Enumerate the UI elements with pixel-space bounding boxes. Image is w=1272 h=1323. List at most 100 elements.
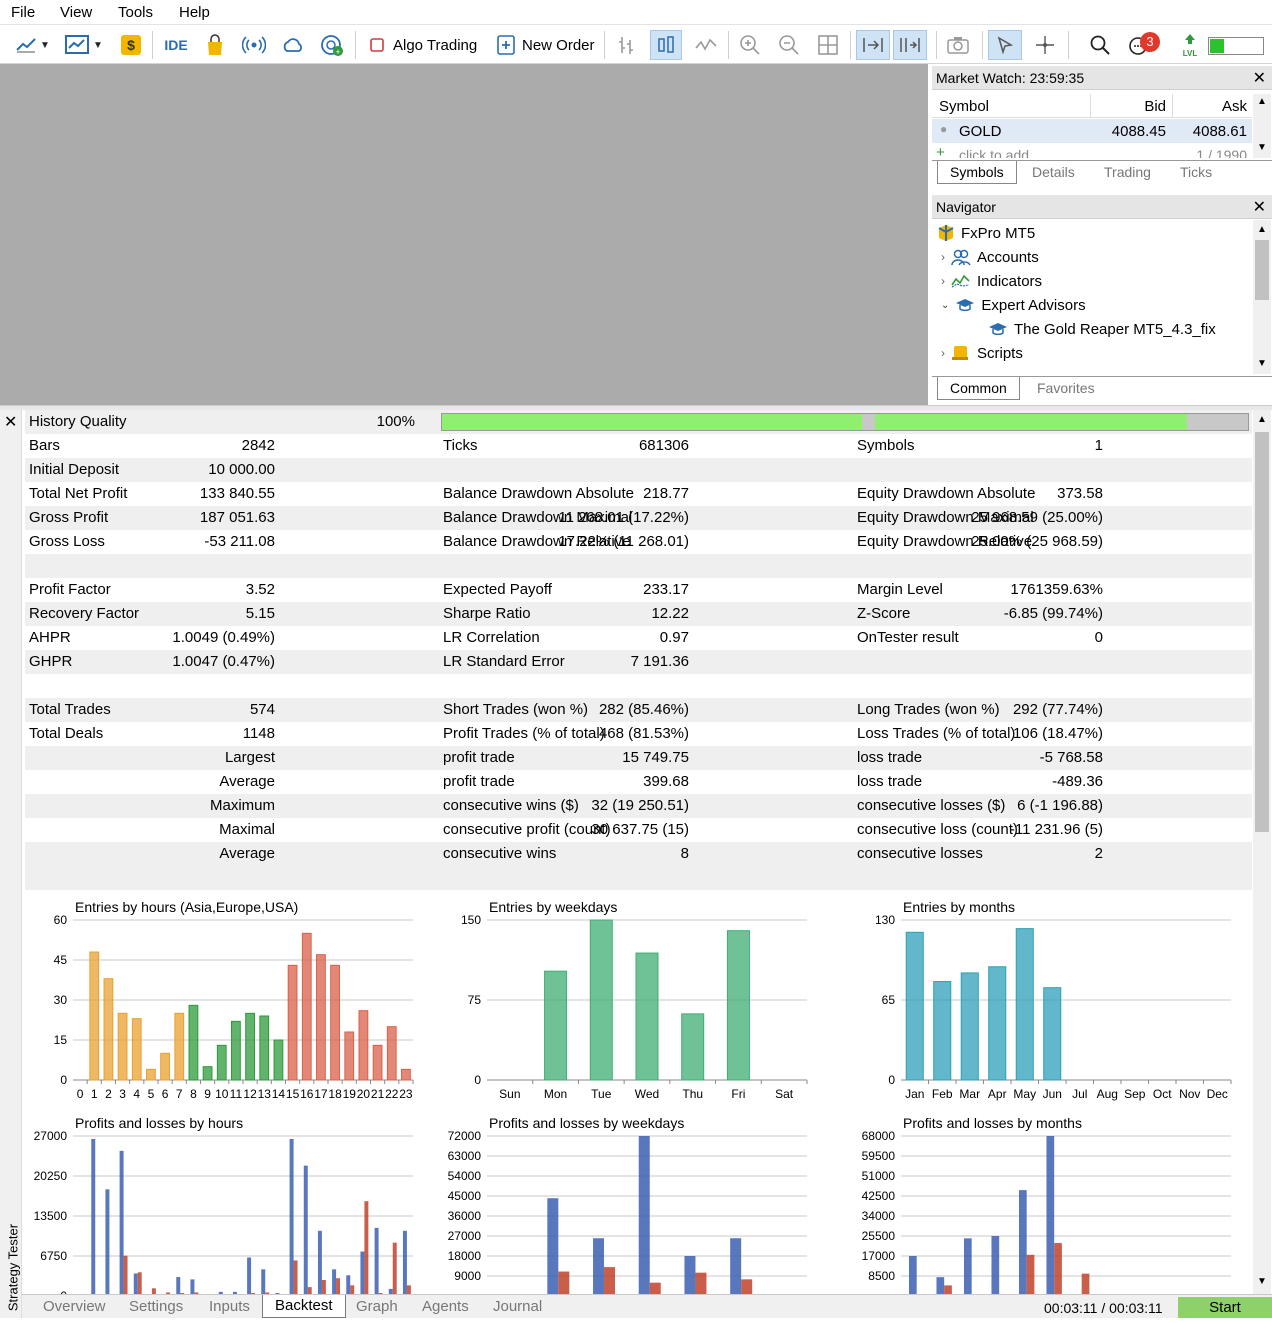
scrollbar-thumb[interactable] <box>1255 432 1269 832</box>
chart-3: Profits and losses by hours0675013500202… <box>34 1115 413 1294</box>
bar <box>216 1044 227 1081</box>
level-icon[interactable]: LVL <box>1178 34 1202 58</box>
menu-file[interactable]: File <box>11 4 35 21</box>
tab-journal[interactable]: Journal <box>493 1298 542 1315</box>
dollar-icon[interactable]: $ <box>119 34 143 56</box>
y-tick-label: 72000 <box>448 1129 482 1143</box>
tab-symbols[interactable]: Symbols <box>937 161 1017 184</box>
cloud-icon[interactable] <box>281 34 305 56</box>
start-button[interactable]: Start <box>1178 1297 1272 1318</box>
chart-area[interactable] <box>0 64 928 406</box>
report-row: Largest profit trade 15 749.75 loss trade -5… <box>25 746 1252 770</box>
tab-settings[interactable]: Settings <box>129 1298 183 1315</box>
autoscroll-icon[interactable] <box>856 30 890 60</box>
chevron-down-icon[interactable]: ▼ <box>91 34 105 56</box>
tab-favorites[interactable]: Favorites <box>1025 377 1107 399</box>
close-icon[interactable]: ✕ <box>1253 68 1266 88</box>
new-order-button[interactable]: New Order <box>522 37 595 54</box>
cursor-icon[interactable] <box>988 30 1022 60</box>
svg-text:$: $ <box>127 37 135 53</box>
tab-backtest[interactable]: Backtest <box>262 1295 346 1318</box>
chevron-up-icon[interactable]: ▲ <box>1257 96 1267 107</box>
tab-overview[interactable]: Overview <box>43 1298 106 1315</box>
navigator-item-indicators[interactable]: › Indicators <box>941 272 1042 290</box>
ide-icon[interactable]: IDE <box>162 34 190 56</box>
signals-icon[interactable] <box>242 34 266 56</box>
chevron-down-icon[interactable]: ⌄ <box>941 300 949 311</box>
chevron-down-icon[interactable]: ▼ <box>38 34 52 56</box>
navigator-item-expert-advisors[interactable]: ⌄ Expert Advisors <box>941 296 1086 314</box>
market-watch-header: Market Watch: 23:59:35 ✕ <box>932 66 1272 90</box>
x-tick-label: 18 <box>328 1087 342 1101</box>
tab-ticks[interactable]: Ticks <box>1168 161 1224 183</box>
graduation-cap-icon <box>956 299 975 312</box>
chevron-up-icon[interactable]: ▲ <box>1257 224 1267 235</box>
report-value: 7 191.36 <box>630 653 689 670</box>
chevron-right-icon[interactable]: › <box>941 274 945 288</box>
add-symbol-row[interactable]: + click to add 1 / 1990 <box>932 144 1252 158</box>
tab-details[interactable]: Details <box>1020 161 1087 183</box>
navigator-item-expert[interactable]: The Gold Reaper MT5_4.3_fix <box>988 320 1216 338</box>
bar <box>960 972 979 1081</box>
screenshot-icon[interactable] <box>946 34 970 56</box>
tab-trading[interactable]: Trading <box>1092 161 1163 183</box>
column-ask[interactable]: Ask <box>1174 98 1247 115</box>
chevron-down-icon[interactable]: ▼ <box>1257 142 1267 153</box>
tab-agents[interactable]: Agents <box>422 1298 469 1315</box>
menu-help[interactable]: Help <box>179 4 210 21</box>
search-icon[interactable] <box>1088 34 1112 56</box>
report-value: 25.00% (25 968.59) <box>971 533 1103 550</box>
algo-trading-button[interactable]: Algo Trading <box>393 37 477 54</box>
new-order-icon[interactable] <box>494 34 518 56</box>
column-symbol[interactable]: Symbol <box>939 98 989 115</box>
history-quality-value: 100% <box>376 413 415 430</box>
column-bid[interactable]: Bid <box>1092 98 1166 115</box>
x-tick-label: 11 <box>230 1087 243 1101</box>
chevron-down-icon[interactable]: ▼ <box>1257 1276 1267 1287</box>
market-watch-scrollbar[interactable]: ▲ ▼ <box>1253 94 1271 158</box>
bar-loss <box>944 1285 952 1294</box>
tab-common[interactable]: Common <box>937 377 1020 400</box>
charts-panel: Entries by hours (Asia,Europe,USA)015304… <box>34 899 1232 1294</box>
menu-tools[interactable]: Tools <box>118 4 153 21</box>
x-tick-label: Nov <box>1179 1087 1200 1101</box>
navigator-scrollbar[interactable]: ▲ ▼ <box>1253 220 1271 374</box>
stop-icon[interactable] <box>365 34 389 56</box>
crosshair-icon[interactable] <box>1033 34 1057 56</box>
bar-chart-icon[interactable] <box>614 34 638 56</box>
chevron-right-icon[interactable]: › <box>941 346 945 360</box>
svg-text:+: + <box>335 47 340 56</box>
grid-icon[interactable] <box>816 34 840 56</box>
scrollbar-thumb[interactable] <box>1255 240 1269 300</box>
line-icon[interactable] <box>694 34 718 56</box>
bar-loss <box>137 1272 142 1294</box>
tab-inputs[interactable]: Inputs <box>209 1298 250 1315</box>
report-row: Gross Profit 187 051.63 Balance Drawdown M… <box>25 506 1252 530</box>
navigator-item-scripts[interactable]: › Scripts <box>941 344 1023 362</box>
menu-view[interactable]: View <box>60 4 92 21</box>
line-chart-icon[interactable] <box>14 34 38 56</box>
bar <box>131 1018 142 1081</box>
vps-icon[interactable]: + <box>320 34 344 56</box>
report-value: 25 968.59 (25.00%) <box>971 509 1103 526</box>
tab-graph[interactable]: Graph <box>356 1298 398 1315</box>
shift-icon[interactable] <box>893 30 927 60</box>
chevron-up-icon[interactable]: ▲ <box>1257 414 1267 425</box>
chart-settings-icon[interactable] <box>65 34 89 56</box>
close-icon[interactable]: ✕ <box>1253 197 1266 217</box>
zoom-out-icon[interactable] <box>777 34 801 56</box>
navigator-item-accounts[interactable]: › Accounts <box>941 248 1039 266</box>
zoom-in-icon[interactable] <box>738 34 762 56</box>
navigator-root[interactable]: FxPro MT5 <box>937 224 1035 242</box>
report-value: Maximal <box>219 821 275 838</box>
report-scrollbar[interactable]: ▲ ▼ <box>1253 410 1271 1294</box>
report-value: 0.97 <box>659 629 689 646</box>
chevron-right-icon[interactable]: › <box>941 250 945 264</box>
market-watch-row[interactable]: ● GOLD 4088.45 4088.61 <box>932 119 1252 143</box>
close-icon[interactable]: ✕ <box>4 412 17 432</box>
candles-icon[interactable] <box>650 30 682 60</box>
x-tick-label: 3 <box>119 1087 126 1101</box>
chevron-down-icon[interactable]: ▼ <box>1257 358 1267 369</box>
bar <box>681 1013 705 1081</box>
market-bag-icon[interactable] <box>203 34 227 56</box>
